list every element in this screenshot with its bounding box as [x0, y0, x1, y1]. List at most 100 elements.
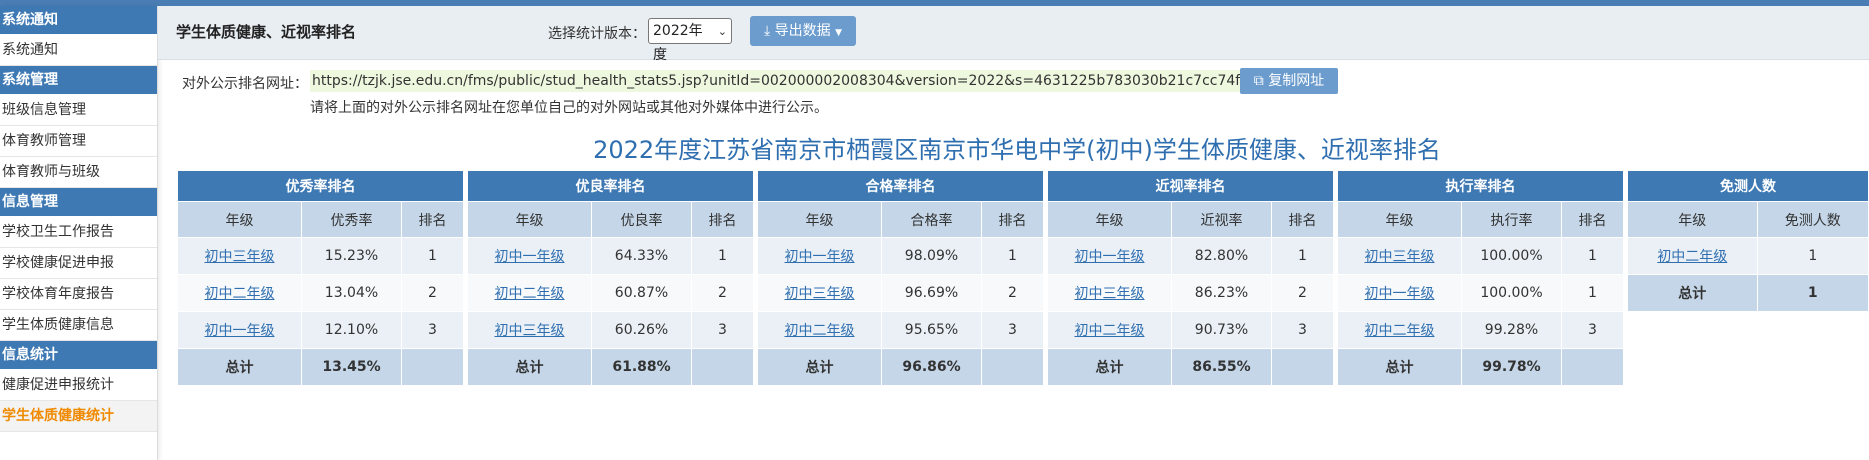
- total-row: 总计 86.55%: [1047, 348, 1334, 386]
- rank-cell: 1: [401, 237, 464, 275]
- table-row: 初中一年级 12.10% 3: [177, 311, 464, 349]
- rank-cell: 3: [691, 311, 754, 349]
- table-row: 初中三年级 100.00% 1: [1337, 237, 1624, 275]
- total-value: 86.55%: [1171, 348, 1272, 386]
- value-cell: 86.23%: [1171, 274, 1272, 312]
- grade-link[interactable]: 初中一年级: [205, 323, 275, 339]
- value-cell: 90.73%: [1171, 311, 1272, 349]
- grade-link[interactable]: 初中二年级: [205, 286, 275, 302]
- grade-link[interactable]: 初中一年级: [1075, 249, 1145, 265]
- total-label: 总计: [1047, 348, 1172, 386]
- column-header: 排名: [981, 201, 1044, 238]
- column-header: 年级: [467, 201, 592, 238]
- export-button-label: 导出数据: [774, 23, 831, 39]
- sidebar-item-hygiene-report[interactable]: 学校卫生工作报告: [0, 217, 157, 248]
- ranking-table: 优良率排名 年级 优良率 排名 初中一年级 64.33% 1 初中二年级 60.87% 2 初中三年…: [467, 170, 754, 386]
- table-caption: 免测人数: [1627, 170, 1869, 202]
- grade-cell: 初中一年级: [467, 237, 592, 275]
- value-cell: 13.04%: [301, 274, 402, 312]
- table-caption: 近视率排名: [1047, 170, 1334, 202]
- grade-cell: 初中三年级: [467, 311, 592, 349]
- rank-cell: 2: [981, 274, 1044, 312]
- ranking-table: 优秀率排名 年级 优秀率 排名 初中三年级 15.23% 1 初中二年级 13.04% 2 初中一年…: [177, 170, 464, 386]
- sidebar-item-pe-teachers[interactable]: 体育教师管理: [0, 126, 157, 157]
- version-select[interactable]: 2022年度 ⌄: [648, 18, 732, 63]
- grade-link[interactable]: 初中三年级: [1075, 286, 1145, 302]
- value-cell: 60.87%: [591, 274, 692, 312]
- page-header: 学生体质健康、近视率排名 选择统计版本： 2022年度 ⌄ ⤓ 导出数据 ▼: [158, 6, 1869, 63]
- rank-cell: 1: [1561, 274, 1624, 312]
- copy-url-button[interactable]: ⧉ 复制网址: [1240, 68, 1338, 94]
- grade-link[interactable]: 初中三年级: [1365, 249, 1435, 265]
- grade-link[interactable]: 初中二年级: [495, 286, 565, 302]
- sidebar-item-promotion-stats[interactable]: 健康促进申报统计: [0, 370, 157, 401]
- sidebar-item-health-promotion[interactable]: 学校健康促进申报: [0, 248, 157, 279]
- sidebar-section-info: 信息管理: [0, 188, 157, 217]
- value-cell: 95.65%: [881, 311, 982, 349]
- sidebar-item-pe-teacher-class[interactable]: 体育教师与班级: [0, 157, 157, 188]
- value-cell: 1: [1756, 237, 1869, 275]
- export-data-button[interactable]: ⤓ 导出数据 ▼: [750, 16, 856, 46]
- table-caption: 执行率排名: [1337, 170, 1624, 202]
- table-row: 初中一年级 82.80% 1: [1047, 237, 1334, 275]
- sidebar-item-health-stats[interactable]: 学生体质健康统计: [0, 401, 157, 432]
- total-label: 总计: [177, 348, 302, 386]
- copy-button-label: 复制网址: [1268, 73, 1325, 89]
- rank-cell: 3: [981, 311, 1044, 349]
- table-row: 初中二年级 1: [1627, 237, 1869, 275]
- value-cell: 100.00%: [1461, 274, 1562, 312]
- total-value: 96.86%: [881, 348, 982, 386]
- grade-link[interactable]: 初中一年级: [495, 249, 565, 265]
- table-row: 初中二年级 90.73% 3: [1047, 311, 1334, 349]
- table-row: 初中一年级 64.33% 1: [467, 237, 754, 275]
- table-row: 初中三年级 60.26% 3: [467, 311, 754, 349]
- grade-cell: 初中二年级: [1047, 311, 1172, 349]
- grade-cell: 初中一年级: [177, 311, 302, 349]
- public-url-text[interactable]: https://tzjk.jse.edu.cn/fms/public/stud_…: [310, 70, 1306, 92]
- grade-link[interactable]: 初中二年级: [1657, 249, 1727, 265]
- total-label: 总计: [467, 348, 592, 386]
- grade-cell: 初中二年级: [1627, 237, 1758, 275]
- grade-link[interactable]: 初中一年级: [785, 249, 855, 265]
- ranking-table: 近视率排名 年级 近视率 排名 初中一年级 82.80% 1 初中三年级 86.23% 2 初中二年…: [1047, 170, 1334, 386]
- grade-link[interactable]: 初中二年级: [1365, 323, 1435, 339]
- public-url-hint: 请将上面的对外公示排名网址在您单位自己的对外网站或其他对外媒体中进行公示。: [310, 100, 828, 116]
- grade-link[interactable]: 初中二年级: [1075, 323, 1145, 339]
- value-cell: 100.00%: [1461, 237, 1562, 275]
- table-caption: 优秀率排名: [177, 170, 464, 202]
- table-row: 初中二年级 60.87% 2: [467, 274, 754, 312]
- total-value: [1271, 348, 1334, 386]
- value-cell: 99.28%: [1461, 311, 1562, 349]
- rank-cell: 2: [1271, 274, 1334, 312]
- rank-cell: 1: [1561, 237, 1624, 275]
- column-header: 排名: [1561, 201, 1624, 238]
- page-title: 学生体质健康、近视率排名: [176, 23, 357, 41]
- download-icon: ⤓: [763, 23, 771, 39]
- grade-link[interactable]: 初中三年级: [785, 286, 855, 302]
- grade-cell: 初中一年级: [757, 237, 882, 275]
- table-row: 初中一年级 98.09% 1: [757, 237, 1044, 275]
- column-header: 优良率: [591, 201, 692, 238]
- sidebar-item-student-health-info[interactable]: 学生体质健康信息: [0, 310, 157, 341]
- caret-down-icon: ▼: [835, 28, 843, 38]
- total-row: 总计 13.45%: [177, 348, 464, 386]
- sidebar-item-class-info[interactable]: 班级信息管理: [0, 95, 157, 126]
- value-cell: 15.23%: [301, 237, 402, 275]
- grade-link[interactable]: 初中三年级: [495, 323, 565, 339]
- ranking-table: 合格率排名 年级 合格率 排名 初中一年级 98.09% 1 初中三年级 96.69% 2 初中二年…: [757, 170, 1044, 386]
- table-caption: 合格率排名: [757, 170, 1044, 202]
- grade-cell: 初中三年级: [177, 237, 302, 275]
- total-value: 99.78%: [1461, 348, 1562, 386]
- rank-cell: 2: [691, 274, 754, 312]
- grade-link[interactable]: 初中一年级: [1365, 286, 1435, 302]
- value-cell: 96.69%: [881, 274, 982, 312]
- sidebar-item-system-notice[interactable]: 系统通知: [0, 35, 157, 66]
- ranking-table: 免测人数 年级 免测人数 初中二年级 1 总计 1: [1627, 170, 1869, 312]
- column-header: 合格率: [881, 201, 982, 238]
- rank-cell: 1: [1271, 237, 1334, 275]
- grade-link[interactable]: 初中三年级: [205, 249, 275, 265]
- grade-link[interactable]: 初中二年级: [785, 323, 855, 339]
- column-header: 优秀率: [301, 201, 402, 238]
- sidebar-item-pe-annual-report[interactable]: 学校体育年度报告: [0, 279, 157, 310]
- grade-cell: 初中二年级: [757, 311, 882, 349]
